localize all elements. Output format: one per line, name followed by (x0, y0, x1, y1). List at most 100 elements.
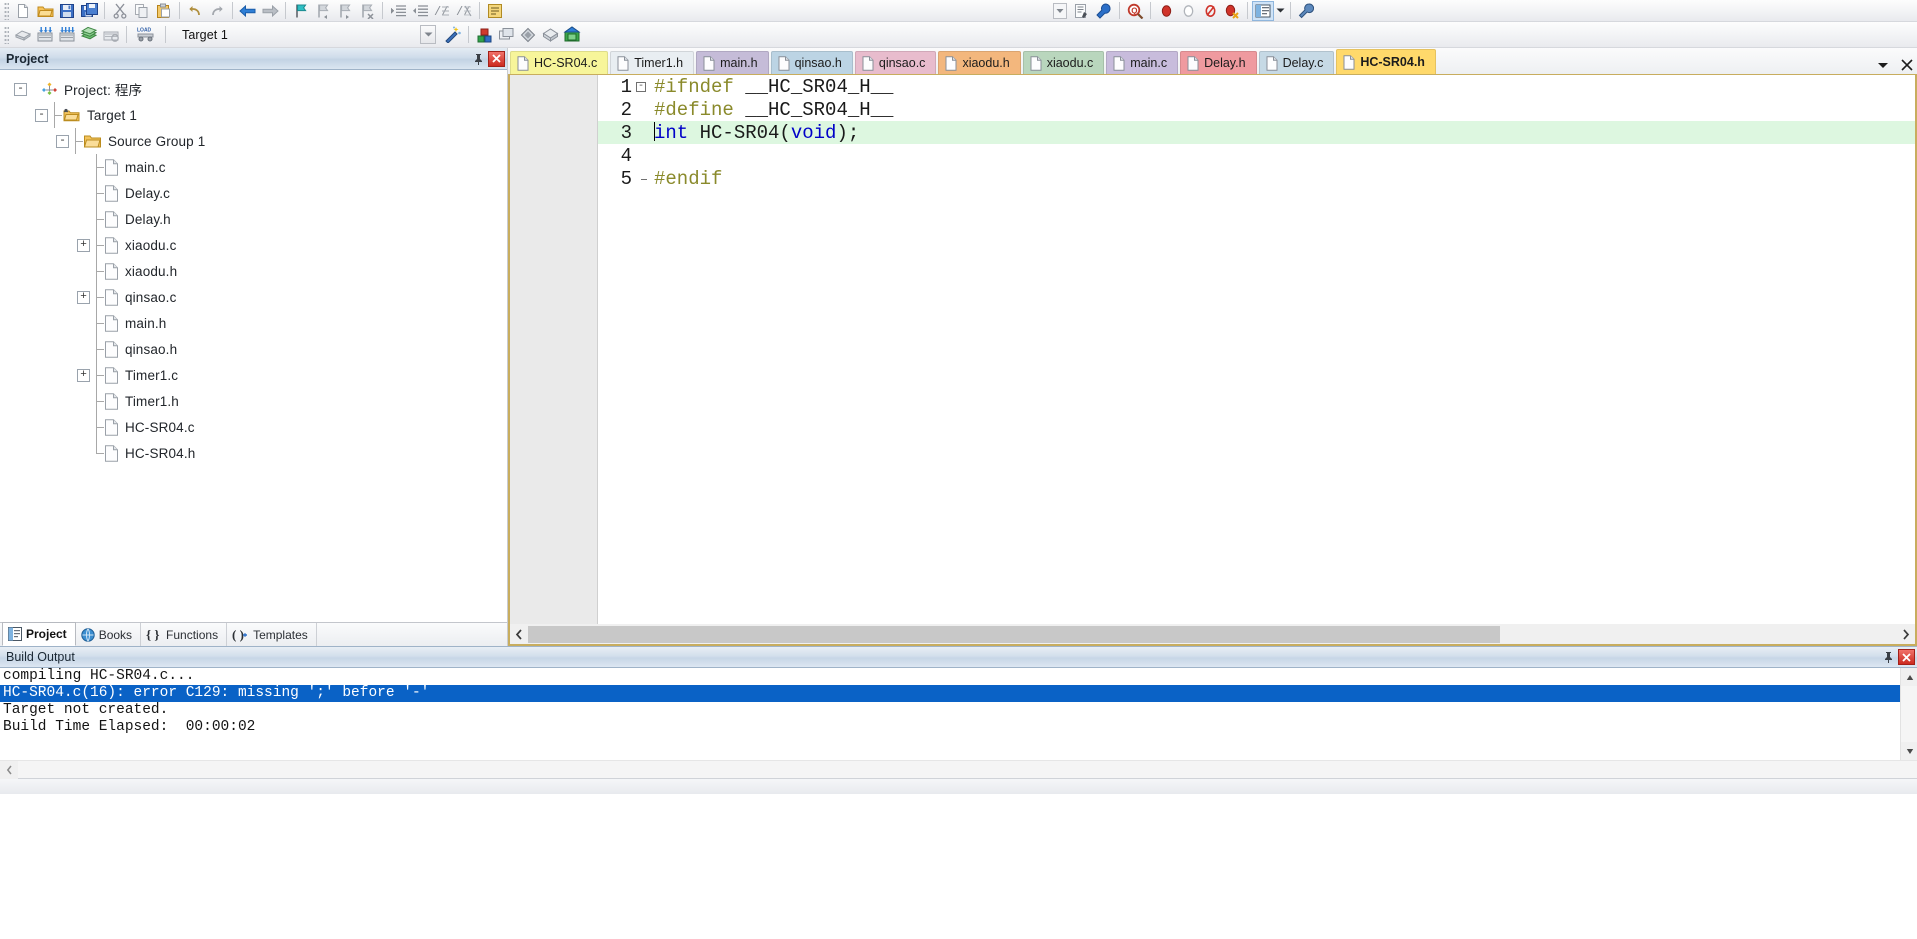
editor-tab-delay-c[interactable]: Delay.c (1258, 51, 1335, 74)
build-scroll-up-button[interactable] (1901, 668, 1917, 686)
stop-build-button[interactable] (100, 25, 122, 45)
disable-breakpoint-button[interactable] (1199, 1, 1221, 21)
copy-button[interactable] (131, 1, 153, 21)
kill-all-breakpoints-button[interactable] (1221, 1, 1243, 21)
configuration-wizard-button[interactable] (484, 1, 506, 21)
project-panel-tab-templates[interactable]: ( ) Templates (227, 623, 317, 646)
code-line[interactable]: 2 #define __HC_SR04_H__ (598, 98, 1915, 121)
build-target-button[interactable] (34, 25, 56, 45)
manage-project-items-button[interactable] (473, 25, 495, 45)
target-options-button[interactable] (442, 25, 464, 45)
build-output-line[interactable]: Build Time Elapsed: 00:00:02 (0, 719, 1900, 736)
batch-build-button[interactable] (78, 25, 100, 45)
editor-tab-main-c[interactable]: main.c (1106, 51, 1179, 74)
translate-file-button[interactable] (12, 25, 34, 45)
editor-tab-qinsao-h[interactable]: qinsao.h (770, 51, 853, 74)
new-file-button[interactable] (12, 1, 34, 21)
editor-tab-delay-h[interactable]: Delay.h (1180, 51, 1257, 74)
navigate-backward-button[interactable] (237, 1, 259, 21)
editor-tab-qinsao-c[interactable]: qinsao.c (854, 51, 937, 74)
fold-collapse-button[interactable]: - (634, 81, 648, 92)
code-lines-container[interactable]: 1- #ifndef __HC_SR04_H__ 2 #define __HC_SR0… (598, 75, 1915, 624)
redo-button[interactable] (206, 1, 228, 21)
insert-breakpoint-button[interactable] (1155, 1, 1177, 21)
tree-item[interactable]: Timer1.h (0, 388, 507, 414)
bookmark-toggle-button[interactable] (290, 1, 312, 21)
tab-list-dropdown-button[interactable] (1877, 61, 1889, 70)
rebuild-all-button[interactable] (56, 25, 78, 45)
configure-tools-button[interactable] (1295, 1, 1317, 21)
tree-item[interactable]: + qinsao.c (0, 284, 507, 310)
project-panel-pin-button[interactable] (470, 51, 486, 67)
tree-collapse-toggle[interactable]: - (35, 108, 48, 122)
editor-tab-timer1-h[interactable]: Timer1.h (610, 51, 695, 74)
build-output-line[interactable]: Target not created. (0, 702, 1900, 719)
tree-collapse-toggle[interactable]: - (56, 134, 69, 148)
open-file-button[interactable] (34, 1, 56, 21)
build-output-lines[interactable]: compiling HC-SR04.c... HC-SR04.c(16): err… (0, 668, 1900, 760)
tree-item[interactable]: main.h (0, 310, 507, 336)
build-scroll-down-button[interactable] (1901, 742, 1917, 760)
pack-installer-button[interactable] (561, 25, 583, 45)
editor-hscroll-track[interactable] (528, 625, 1897, 643)
toolbar-grip[interactable] (4, 1, 9, 20)
tree-item[interactable]: - Project: 程序 (0, 76, 507, 102)
toolbar-grip-2[interactable] (4, 25, 9, 44)
build-output-vertical-scrollbar[interactable] (1900, 668, 1917, 760)
build-output-close-button[interactable] (1898, 649, 1915, 665)
build-output-line[interactable]: compiling HC-SR04.c... (0, 668, 1900, 685)
paste-button[interactable] (153, 1, 175, 21)
code-text[interactable]: #endif (648, 168, 1915, 190)
code-text[interactable]: #ifndef __HC_SR04_H__ (648, 76, 1915, 98)
cut-button[interactable] (109, 1, 131, 21)
editor-tab-main-h[interactable]: main.h (696, 51, 769, 74)
editor-horizontal-scrollbar[interactable] (508, 624, 1917, 646)
build-output-horizontal-scrollbar[interactable] (0, 760, 1917, 779)
editor-hscroll-thumb[interactable] (528, 625, 1500, 643)
debug-dropdown-button[interactable] (1049, 1, 1071, 21)
indent-increase-button[interactable] (387, 1, 409, 21)
code-line[interactable]: 1- #ifndef __HC_SR04_H__ (598, 75, 1915, 98)
code-line[interactable]: 4 (598, 144, 1915, 167)
target-selector[interactable]: Target 1 (178, 25, 328, 45)
code-text[interactable]: int HC-SR04(void); (648, 121, 1915, 144)
undo-button[interactable] (184, 1, 206, 21)
kill-breakpoint-button[interactable] (1177, 1, 1199, 21)
editor-tab-xiaodu-c[interactable]: xiaodu.c (1022, 51, 1105, 74)
editor-hscroll-left-button[interactable] (510, 625, 528, 643)
project-panel-tab-project[interactable]: Project (2, 622, 76, 646)
tree-expand-toggle[interactable]: + (77, 368, 90, 382)
tree-item[interactable]: HC-SR04.c (0, 414, 507, 440)
project-panel-tab-books[interactable]: Books (76, 623, 142, 646)
tree-item[interactable]: main.c (0, 154, 507, 180)
tree-item[interactable]: xiaodu.h (0, 258, 507, 284)
code-editor[interactable]: 1- #ifndef __HC_SR04_H__ 2 #define __HC_SR0… (508, 75, 1917, 624)
project-tree[interactable]: - Project: 程序 - Target 1 - Source Group 1 main… (0, 70, 507, 622)
project-panel-close-button[interactable] (488, 50, 505, 67)
tree-expand-toggle[interactable]: + (77, 290, 90, 304)
save-button[interactable] (56, 1, 78, 21)
tree-item[interactable]: - Target 1 (0, 102, 507, 128)
tree-item[interactable]: + Timer1.c (0, 362, 507, 388)
tree-item[interactable]: qinsao.h (0, 336, 507, 362)
editor-tab-xiaodu-h[interactable]: xiaodu.h (938, 51, 1021, 74)
tree-item[interactable]: Delay.h (0, 206, 507, 232)
build-hscroll-left-button[interactable] (0, 760, 18, 779)
bookmark-clear-button[interactable] (356, 1, 378, 21)
uncomment-lines-button[interactable]: // (453, 1, 475, 21)
download-button[interactable]: LOAD (131, 25, 161, 45)
close-active-tab-button[interactable] (1901, 59, 1913, 71)
bookmark-next-button[interactable] (334, 1, 356, 21)
target-selector-dropdown[interactable] (420, 25, 436, 44)
find-in-files-button[interactable]: Q (1124, 1, 1146, 21)
code-line[interactable]: 5 #endif (598, 167, 1915, 190)
editor-tab-hc-sr04-c[interactable]: HC-SR04.c (510, 51, 609, 74)
tree-item[interactable]: HC-SR04.h (0, 440, 507, 466)
code-text[interactable]: #define __HC_SR04_H__ (648, 99, 1915, 121)
save-all-button[interactable] (78, 1, 100, 21)
editor-tab-hc-sr04-h[interactable]: HC-SR04.h (1336, 49, 1436, 74)
goto-definition-button[interactable] (1093, 1, 1115, 21)
tree-collapse-toggle[interactable]: - (14, 82, 27, 96)
navigate-forward-button[interactable] (259, 1, 281, 21)
tree-item[interactable]: - Source Group 1 (0, 128, 507, 154)
